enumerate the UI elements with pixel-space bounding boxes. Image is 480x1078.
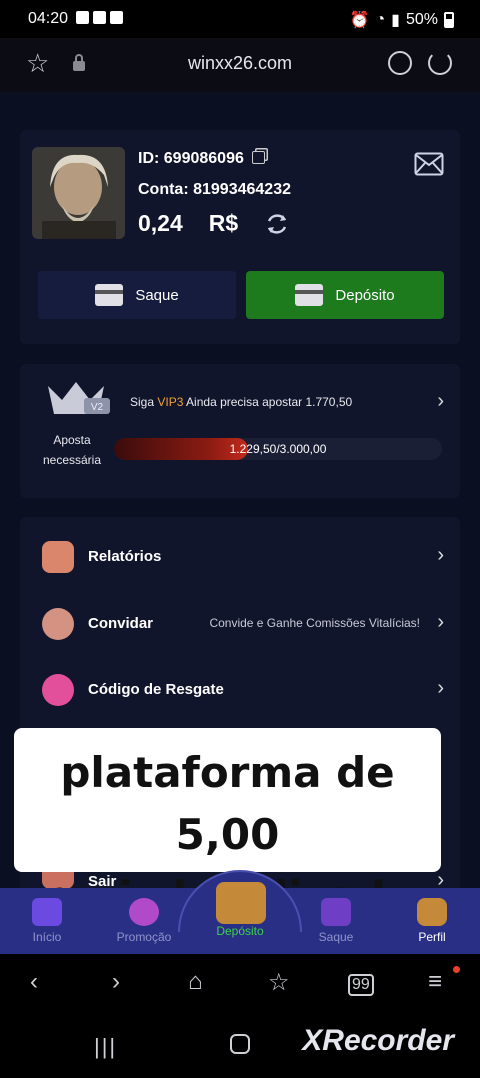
tab-deposito-label: Depósito	[216, 924, 264, 938]
bottom-tab-bar: Depósito Início Promoção Saque Perfil	[0, 870, 480, 954]
profile-card: ID: 699086096 Conta: 81993464232 0,24 R$…	[20, 130, 460, 344]
deposit-chest-icon	[216, 882, 266, 924]
invite-icon	[42, 608, 74, 640]
bookmarks-icon[interactable]: ☆	[268, 968, 290, 997]
chevron-right-icon: ›	[437, 677, 444, 699]
account-number: Conta: 81993464232	[138, 181, 291, 198]
aposta-label: Aposta necessária	[42, 433, 102, 467]
recents-icon[interactable]: |||	[94, 1034, 117, 1060]
notification-dot	[453, 966, 460, 973]
wallet-icon	[321, 898, 351, 926]
alarm-icon: ⏰	[349, 12, 370, 29]
menu-sub-convidar: Convide e Ganhe Comissões Vitalícias!	[209, 616, 420, 630]
currency-label: R$	[208, 210, 239, 236]
page-content: ID: 699086096 Conta: 81993464232 0,24 R$…	[0, 92, 480, 954]
tab-inicio[interactable]: Início	[7, 898, 87, 944]
tab-perfil[interactable]: Perfil	[392, 898, 472, 944]
record-icon	[93, 11, 106, 24]
status-notification-icons	[76, 11, 123, 24]
vip-card[interactable]: V2 Aposta necessária Siga VIP3 Ainda pre…	[20, 364, 460, 498]
tab-saque-label: Saque	[318, 930, 354, 944]
menu-item-codigo[interactable]: Código de Resgate ›	[20, 660, 460, 720]
browser-address-bar: ☆ winxx26.com	[0, 38, 480, 92]
redeem-code-icon	[42, 674, 74, 706]
vip-message-suffix: Ainda precisa apostar 1.770,50	[183, 395, 353, 409]
reports-icon	[42, 541, 74, 573]
gamepad-icon	[32, 898, 62, 926]
tab-promocao[interactable]: Promoção	[104, 898, 184, 944]
wifi-icon: ◔	[375, 11, 386, 28]
browser-toolbar: ‹ › ⌂ ☆ 99 ≡	[0, 954, 480, 1016]
balance-row: 0,24 R$	[138, 210, 290, 237]
vip-level: VIP3	[157, 395, 184, 409]
mail-icon[interactable]	[414, 152, 444, 176]
tab-promocao-label: Promoção	[116, 930, 172, 944]
status-right: ⏰ ◔ ▮ 50%	[350, 10, 454, 30]
withdraw-card-icon	[95, 284, 124, 306]
battery-icon	[444, 12, 454, 28]
tab-saque[interactable]: Saque	[296, 898, 376, 944]
menu-label-convidar: Convidar	[88, 615, 154, 632]
vip-badge: V2	[91, 402, 104, 413]
tabs-icon[interactable]: 99	[348, 974, 374, 996]
crown-icon: V2	[48, 382, 110, 414]
vip-message: Siga VIP3 Ainda precisa apostar 1.770,50	[130, 395, 352, 409]
deposit-label: Depósito	[335, 286, 395, 304]
player-id-text: ID: 699086096	[138, 150, 244, 167]
withdraw-label: Saque	[135, 286, 179, 304]
vip-progress-text: 1.229,50/3.000,00	[229, 442, 327, 456]
chevron-right-icon: ›	[437, 611, 444, 633]
chevron-right-icon: ›	[437, 544, 444, 566]
tab-perfil-label: Perfil	[418, 930, 446, 944]
player-id: ID: 699086096	[138, 150, 265, 168]
tab-inicio-label: Início	[32, 930, 62, 944]
avatar[interactable]	[32, 147, 125, 239]
deposit-card-icon	[295, 284, 324, 306]
download-icon[interactable]	[388, 51, 412, 75]
refresh-icon[interactable]	[264, 211, 290, 237]
vip-message-prefix: Siga	[130, 395, 158, 409]
copy-icon[interactable]	[251, 151, 265, 164]
signal-icon: ▮	[391, 12, 400, 29]
promo-icon	[129, 898, 159, 926]
menu-item-relatorios[interactable]: Relatórios ›	[20, 527, 460, 587]
menu-label-codigo: Código de Resgate	[88, 681, 224, 698]
balance-value: 0,24	[138, 210, 183, 236]
home-icon[interactable]: ⌂	[188, 968, 203, 996]
status-time: 04:20	[28, 10, 69, 27]
status-bar: 04:20 ⏰ ◔ ▮ 50%	[0, 0, 480, 38]
deposit-button[interactable]: Depósito	[246, 271, 444, 319]
back-icon[interactable]: ‹	[30, 968, 38, 996]
check-icon	[110, 11, 123, 24]
caption-overlay: plataforma de 5,00 reais legalizada	[14, 728, 441, 921]
profile-face-icon	[417, 898, 447, 926]
system-home-icon[interactable]	[230, 1034, 250, 1054]
reload-icon[interactable]	[428, 51, 452, 75]
menu-icon[interactable]: ≡	[428, 968, 442, 996]
chevron-right-icon: ›	[437, 390, 444, 412]
menu-label-relatorios: Relatórios	[88, 548, 162, 565]
vip-progress-bar: 1.229,50/3.000,00	[114, 438, 442, 460]
battery-percent: 50%	[405, 11, 438, 28]
withdraw-button[interactable]: Saque	[38, 271, 236, 319]
menu-item-convidar[interactable]: Convidar Convide e Ganhe Comissões Vital…	[20, 594, 460, 654]
video-icon	[76, 11, 89, 24]
watermark: XRecorder	[302, 1024, 454, 1057]
caption-line-1: plataforma de 5,00	[60, 748, 395, 859]
system-nav-bar: ||| XRecorder	[0, 1016, 480, 1078]
forward-icon[interactable]: ›	[112, 968, 120, 996]
